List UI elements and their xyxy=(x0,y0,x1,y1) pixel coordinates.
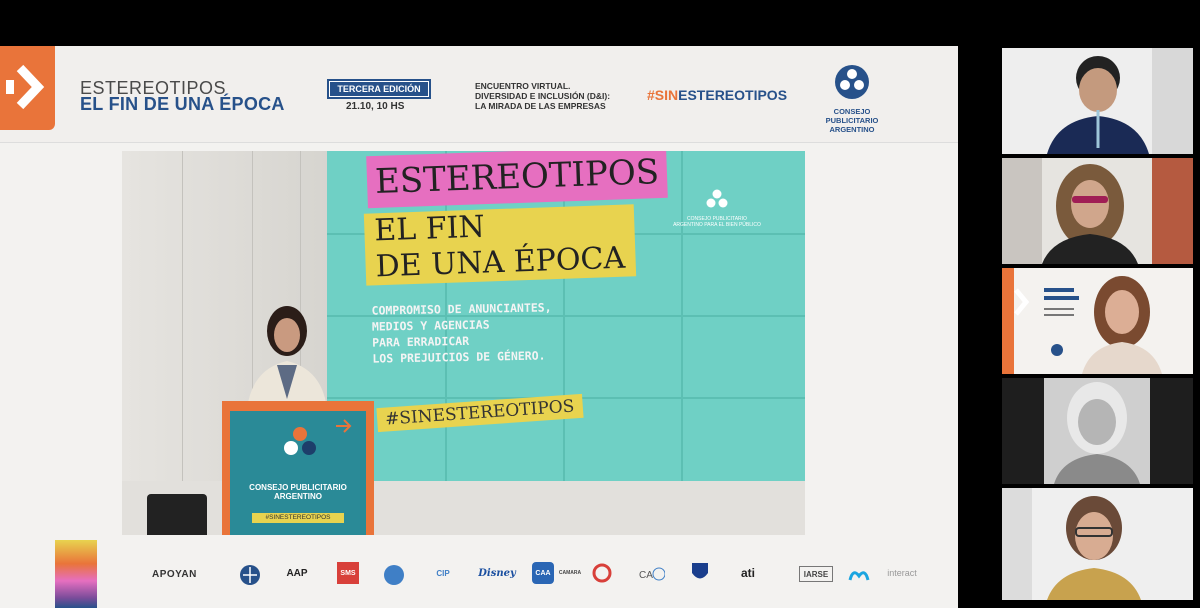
cpa-name-line2: ARGENTINO xyxy=(829,125,875,134)
screen-fin-de-una-epoca: EL FIN DE UNA ÉPOCA xyxy=(363,204,636,286)
screen-hashtag: #SINESTEREOTIPOS xyxy=(376,393,584,433)
flower-sponsor-icon xyxy=(592,563,612,583)
hashtag-suffix: ESTEREOTIPOS xyxy=(678,87,788,103)
screen-fin-line2: DE UNA ÉPOCA xyxy=(375,240,626,285)
event-photo: ESTEREOTIPOS EL FIN DE UNA ÉPOCA COMPROM… xyxy=(122,151,805,535)
podium-hashtag: #SINESTEREOTIPOS xyxy=(252,513,344,523)
podium-org-line2: ARGENTINO xyxy=(274,492,322,501)
cpa-emblem-icon xyxy=(706,189,728,208)
hashtag: #SINESTEREOTIPOS xyxy=(647,87,787,103)
sponsor-disney: Disney xyxy=(478,567,516,579)
wall-seam xyxy=(182,151,183,535)
event-description: ENCUENTRO VIRTUAL. DIVERSIDAD E INCLUSIÓ… xyxy=(475,81,610,111)
slide-footer: APOYAN AAP SMS CIP Disney CAA CAMARA CA … xyxy=(0,540,958,608)
apoyan-label: APOYAN xyxy=(152,569,197,580)
cpa-name-line1: CONSEJO PUBLICITARIO xyxy=(825,107,879,125)
participant-tile-1[interactable] xyxy=(1002,48,1193,154)
chevron-right-icon xyxy=(6,64,45,110)
event-line-3: LA MIRADA DE LAS EMPRESAS xyxy=(475,101,606,111)
sponsor-iarse: IARSE xyxy=(799,566,833,582)
unilever-sponsor-icon xyxy=(692,563,708,579)
svg-text:CA: CA xyxy=(639,570,653,581)
shared-screen: ESTEREOTIPOS EL FIN DE UNA ÉPOCA TERCERA… xyxy=(0,46,958,608)
event-line-2: DIVERSIDAD E INCLUSIÓN (D&I): xyxy=(475,91,611,101)
screen-estereotipos: ESTEREOTIPOS xyxy=(366,151,668,209)
edition-badge: TERCERA EDICIÓN xyxy=(327,79,431,99)
sponsor-sms: SMS xyxy=(337,562,359,584)
ai-sponsor-icon xyxy=(384,565,404,585)
slide-header: ESTEREOTIPOS EL FIN DE UNA ÉPOCA TERCERA… xyxy=(0,46,958,143)
participant-video-1 xyxy=(1002,48,1193,154)
podium-org-name: CONSEJO PUBLICITARIO ARGENTINO xyxy=(230,483,366,501)
screen-cpa-text: CONSEJO PUBLICITARIO ARGENTINO PARA EL B… xyxy=(673,216,761,228)
led-screen: ESTEREOTIPOS EL FIN DE UNA ÉPOCA COMPROM… xyxy=(327,151,805,481)
participant-video-2 xyxy=(1002,158,1193,264)
movistar-sponsor-icon xyxy=(848,571,870,581)
screen-cpa-logo: CONSEJO PUBLICITARIO ARGENTINO PARA EL B… xyxy=(672,186,762,228)
participant-tile-4[interactable] xyxy=(1002,378,1193,484)
participant-tile-2[interactable] xyxy=(1002,158,1193,264)
cpa-logo: CONSEJO PUBLICITARIO ARGENTINO xyxy=(812,64,892,134)
sponsor-camara: CAMARA xyxy=(558,570,582,576)
participant-video-4 xyxy=(1002,378,1193,484)
participant-video-3 xyxy=(1002,268,1193,374)
podium-panel: CONSEJO PUBLICITARIO ARGENTINO #SINESTER… xyxy=(230,411,366,535)
podium: CONSEJO PUBLICITARIO ARGENTINO #SINESTER… xyxy=(222,401,374,535)
sponsor-cip: CIP xyxy=(436,568,450,578)
cam-sponsor-icon: CA xyxy=(639,567,665,581)
event-line-1: ENCUENTRO VIRTUAL. xyxy=(475,81,571,91)
sponsor-aap: AAP xyxy=(286,567,308,579)
chair xyxy=(147,494,207,535)
arrow-right-icon xyxy=(336,419,352,433)
participant-tile-5[interactable] xyxy=(1002,488,1193,600)
cpa-name: CONSEJO PUBLICITARIO ARGENTINO xyxy=(812,107,892,134)
globe-sponsor-icon xyxy=(240,565,260,585)
hashtag-prefix: #SIN xyxy=(647,87,679,103)
color-stripe xyxy=(55,540,97,608)
slide-title-line2: EL FIN DE UNA ÉPOCA xyxy=(80,94,285,114)
podium-org-line1: CONSEJO PUBLICITARIO xyxy=(249,483,347,492)
orange-logo-box xyxy=(0,46,55,130)
speaker-figure xyxy=(247,306,327,409)
cpa-emblem-icon xyxy=(284,427,316,455)
sponsor-interact: interact xyxy=(887,568,917,578)
sponsor-ati: ati xyxy=(740,566,755,580)
cpa-emblem-icon xyxy=(835,65,869,99)
screen-commitment-text: COMPROMISO DE ANUNCIANTES, MEDIOS Y AGEN… xyxy=(371,300,552,366)
participant-video-5 xyxy=(1002,488,1193,600)
participant-tile-3[interactable] xyxy=(1002,268,1193,374)
event-date: 21.10, 10 HS xyxy=(346,101,405,112)
sponsor-caa: CAA xyxy=(532,562,554,584)
